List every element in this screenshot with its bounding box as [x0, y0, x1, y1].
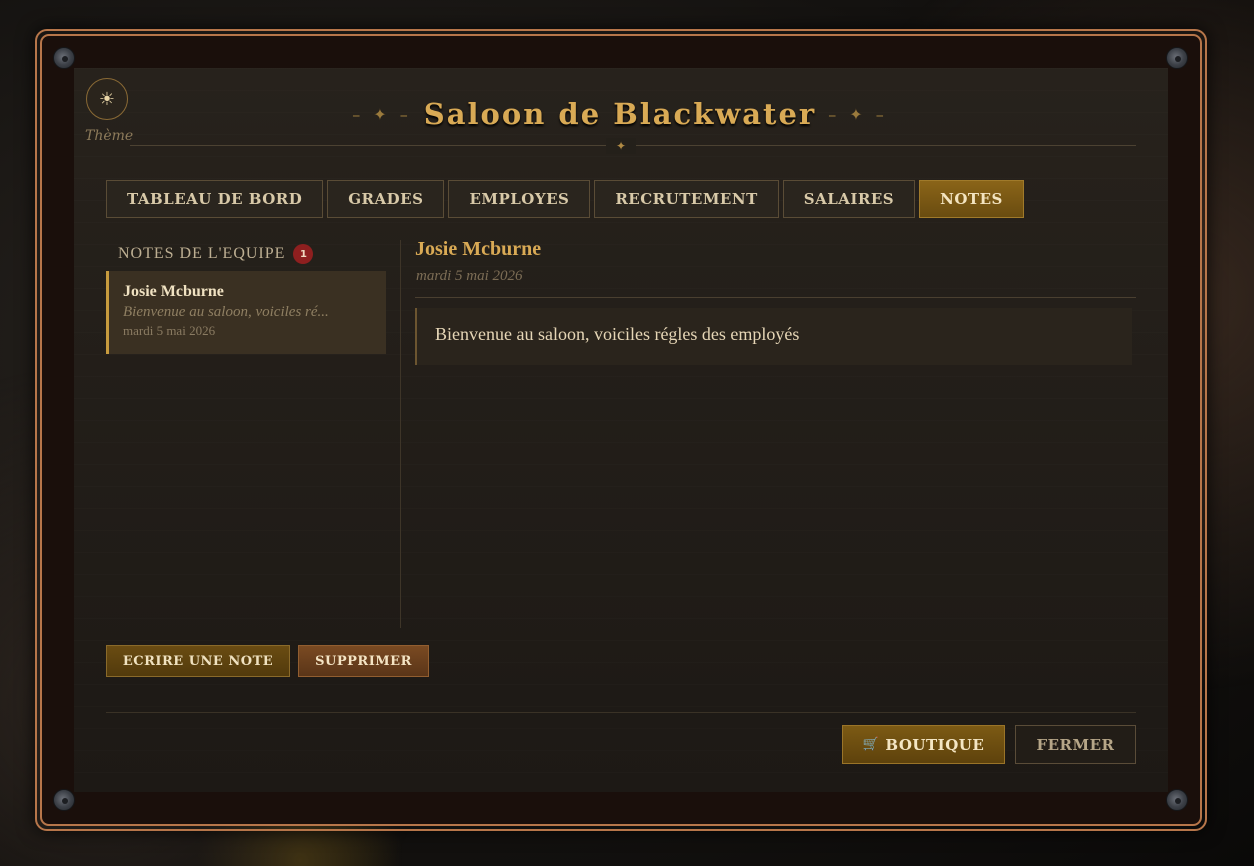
page-title: Saloon de Blackwater [423, 97, 817, 131]
title-ornament-left: – ✦ – [352, 104, 412, 124]
main-panel [74, 68, 1168, 792]
notes-list-title: NOTES DE L'EQUIPE [118, 245, 286, 262]
bolt-icon [53, 789, 75, 811]
notes-list-header: NOTES DE L'EQUIPE 1 [118, 244, 314, 264]
note-detail-author: Josie Mcburne [415, 238, 542, 260]
close-button[interactable]: FERMER [1015, 725, 1136, 764]
star-ornament-icon: ✦ [606, 138, 636, 154]
shop-button[interactable]: 🛒 BOUTIQUE [842, 725, 1005, 764]
note-item-date: mardi 5 mai 2026 [123, 323, 216, 338]
page-title-row: – ✦ – Saloon de Blackwater – ✦ – [300, 92, 940, 136]
sun-icon: ☀ [98, 88, 116, 110]
tab-recruitment[interactable]: RECRUTEMENT [594, 180, 779, 218]
theme-toggle-button[interactable]: ☀ [86, 78, 128, 120]
write-note-button[interactable]: ECRIRE UNE NOTE [106, 645, 290, 677]
note-detail-date: mardi 5 mai 2026 [416, 268, 523, 284]
tab-grades[interactable]: GRADES [327, 180, 445, 218]
title-ornament-right: – ✦ – [828, 104, 888, 124]
tab-salaries[interactable]: SALAIRES [782, 180, 916, 218]
footer-divider [106, 712, 1136, 713]
cart-icon: 🛒 [862, 737, 880, 752]
tab-employees[interactable]: EMPLOYES [448, 180, 591, 218]
note-list-item[interactable]: Josie Mcburne Bienvenue au saloon, voici… [106, 271, 386, 354]
notes-count-badge: 1 [293, 244, 314, 264]
note-item-preview: Bienvenue au saloon, voiciles ré... [123, 304, 329, 320]
theme-label: Thème [85, 128, 134, 144]
delete-note-button[interactable]: SUPPRIMER [298, 645, 429, 677]
note-detail-body: Bienvenue au saloon, voiciles régles des… [415, 308, 1132, 365]
shop-button-label: BOUTIQUE [885, 735, 985, 754]
tab-dashboard[interactable]: TABLEAU DE BORD [106, 180, 324, 218]
tab-bar: TABLEAU DE BORD GRADES EMPLOYES RECRUTEM… [106, 180, 1024, 218]
tab-notes[interactable]: NOTES [919, 180, 1024, 218]
bolt-icon [1166, 789, 1188, 811]
column-divider [400, 240, 401, 628]
bolt-icon [1166, 47, 1188, 69]
bolt-icon [53, 47, 75, 69]
note-item-author: Josie Mcburne [123, 283, 224, 300]
note-detail-divider [415, 297, 1136, 298]
